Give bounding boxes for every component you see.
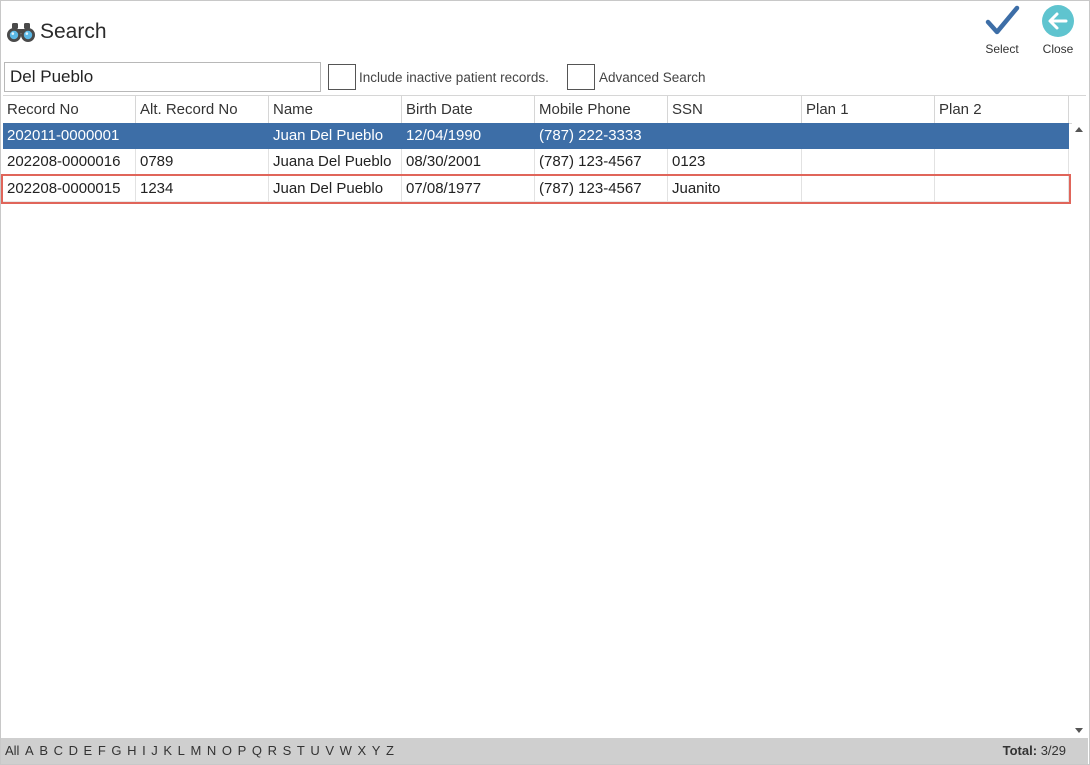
column-header-mobile-phone[interactable]: Mobile Phone (535, 96, 668, 123)
column-header-plan-2[interactable]: Plan 2 (935, 96, 1069, 123)
letter-filter-n[interactable]: N (207, 738, 216, 764)
cell-birth-date: 12/04/1990 (402, 123, 535, 149)
cell-name: Juan Del Pueblo (269, 176, 402, 202)
cell-plan-2 (935, 176, 1069, 202)
letter-filter-r[interactable]: R (268, 738, 277, 764)
letter-filter-h[interactable]: H (127, 738, 136, 764)
cell-record-no: 202208-0000016 (3, 149, 136, 175)
total-count: Total: 3/29 (1003, 738, 1066, 764)
letter-filter-y[interactable]: Y (372, 738, 381, 764)
binoculars-icon (7, 23, 35, 42)
select-button-label: Select (985, 42, 1019, 56)
column-header-alt-record-no[interactable]: Alt. Record No (136, 96, 269, 123)
cell-plan-2 (935, 123, 1069, 149)
cell-plan-1 (802, 123, 935, 149)
cell-plan-1 (802, 176, 935, 202)
letter-filter-b[interactable]: B (39, 738, 48, 764)
advanced-search-checkbox[interactable] (567, 64, 595, 90)
scroll-up-icon[interactable] (1075, 127, 1083, 132)
close-button[interactable]: Close (1034, 4, 1082, 58)
alphabet-filter: All A B C D E F G H I J K L M N O P Q R S T U V W X Y Z (5, 738, 400, 764)
column-header-ssn[interactable]: SSN (668, 96, 802, 123)
letter-filter-p[interactable]: P (238, 738, 247, 764)
cell-ssn: 0123 (668, 149, 802, 175)
letter-filter-w[interactable]: W (340, 738, 352, 764)
letter-filter-l[interactable]: L (178, 738, 185, 764)
page-title: Search (40, 20, 107, 43)
letter-filter-s[interactable]: S (283, 738, 292, 764)
cell-mobile-phone: (787) 123-4567 (535, 149, 668, 175)
cell-alt-record-no: 0789 (136, 149, 269, 175)
total-label: Total: (1002, 743, 1038, 758)
letter-filter-u[interactable]: U (310, 738, 319, 764)
letter-filter-f[interactable]: F (98, 738, 106, 764)
letter-filter-x[interactable]: X (358, 738, 367, 764)
column-header-record-no[interactable]: Record No (3, 96, 136, 123)
letter-filter-t[interactable]: T (297, 738, 305, 764)
cell-birth-date: 07/08/1977 (402, 176, 535, 202)
letter-filter-v[interactable]: V (325, 738, 334, 764)
letter-filter-o[interactable]: O (222, 738, 232, 764)
cell-name: Juana Del Pueblo (269, 149, 402, 175)
table-row[interactable]: 202208-0000015 1234 Juan Del Pueblo 07/0… (1, 174, 1071, 204)
footer-bar: All A B C D E F G H I J K L M N O P Q R S T U V W X Y Z Total: 3/2… (1, 738, 1088, 764)
cell-alt-record-no (136, 123, 269, 149)
letter-filter-a[interactable]: A (25, 738, 34, 764)
page-title-area: Search (6, 18, 107, 46)
letter-filter-j[interactable]: J (151, 738, 158, 764)
vertical-scrollbar[interactable] (1072, 123, 1086, 737)
letter-filter-d[interactable]: D (69, 738, 78, 764)
column-header-name[interactable]: Name (269, 96, 402, 123)
cell-record-no: 202011-0000001 (3, 123, 136, 149)
column-header-birth-date[interactable]: Birth Date (402, 96, 535, 123)
cell-birth-date: 08/30/2001 (402, 149, 535, 175)
letter-filter-e[interactable]: E (84, 738, 93, 764)
include-inactive-checkbox[interactable] (328, 64, 356, 90)
letter-filter-all[interactable]: All (5, 738, 19, 764)
results-table: Record No Alt. Record No Name Birth Date… (1, 95, 1086, 738)
cell-record-no: 202208-0000015 (3, 176, 136, 202)
letter-filter-g[interactable]: G (111, 738, 121, 764)
cell-alt-record-no: 1234 (136, 176, 269, 202)
include-inactive-label: Include inactive patient records. (359, 70, 549, 85)
scroll-down-icon[interactable] (1075, 728, 1083, 733)
table-header: Record No Alt. Record No Name Birth Date… (3, 95, 1086, 124)
letter-filter-m[interactable]: M (190, 738, 201, 764)
search-input[interactable] (4, 62, 321, 92)
cell-ssn: Juanito (668, 176, 802, 202)
table-row[interactable]: 202011-0000001 Juan Del Pueblo 12/04/199… (3, 123, 1069, 149)
advanced-search-label: Advanced Search (599, 70, 706, 85)
table-row[interactable]: 202208-0000016 0789 Juana Del Pueblo 08/… (3, 149, 1069, 175)
cell-plan-1 (802, 149, 935, 175)
letter-filter-q[interactable]: Q (252, 738, 262, 764)
letter-filter-i[interactable]: I (142, 738, 146, 764)
total-value: 3/29 (1040, 743, 1066, 758)
back-arrow-icon (1042, 5, 1074, 37)
letter-filter-k[interactable]: K (163, 738, 172, 764)
letter-filter-z[interactable]: Z (386, 738, 394, 764)
column-header-plan-1[interactable]: Plan 1 (802, 96, 935, 123)
cell-name: Juan Del Pueblo (269, 123, 402, 149)
close-button-label: Close (1042, 42, 1074, 56)
checkmark-icon (985, 5, 1020, 35)
cell-ssn (668, 123, 802, 149)
cell-mobile-phone: (787) 222-3333 (535, 123, 668, 149)
letter-filter-c[interactable]: C (54, 738, 63, 764)
cell-mobile-phone: (787) 123-4567 (535, 176, 668, 202)
cell-plan-2 (935, 149, 1069, 175)
select-button[interactable]: Select (978, 4, 1026, 58)
